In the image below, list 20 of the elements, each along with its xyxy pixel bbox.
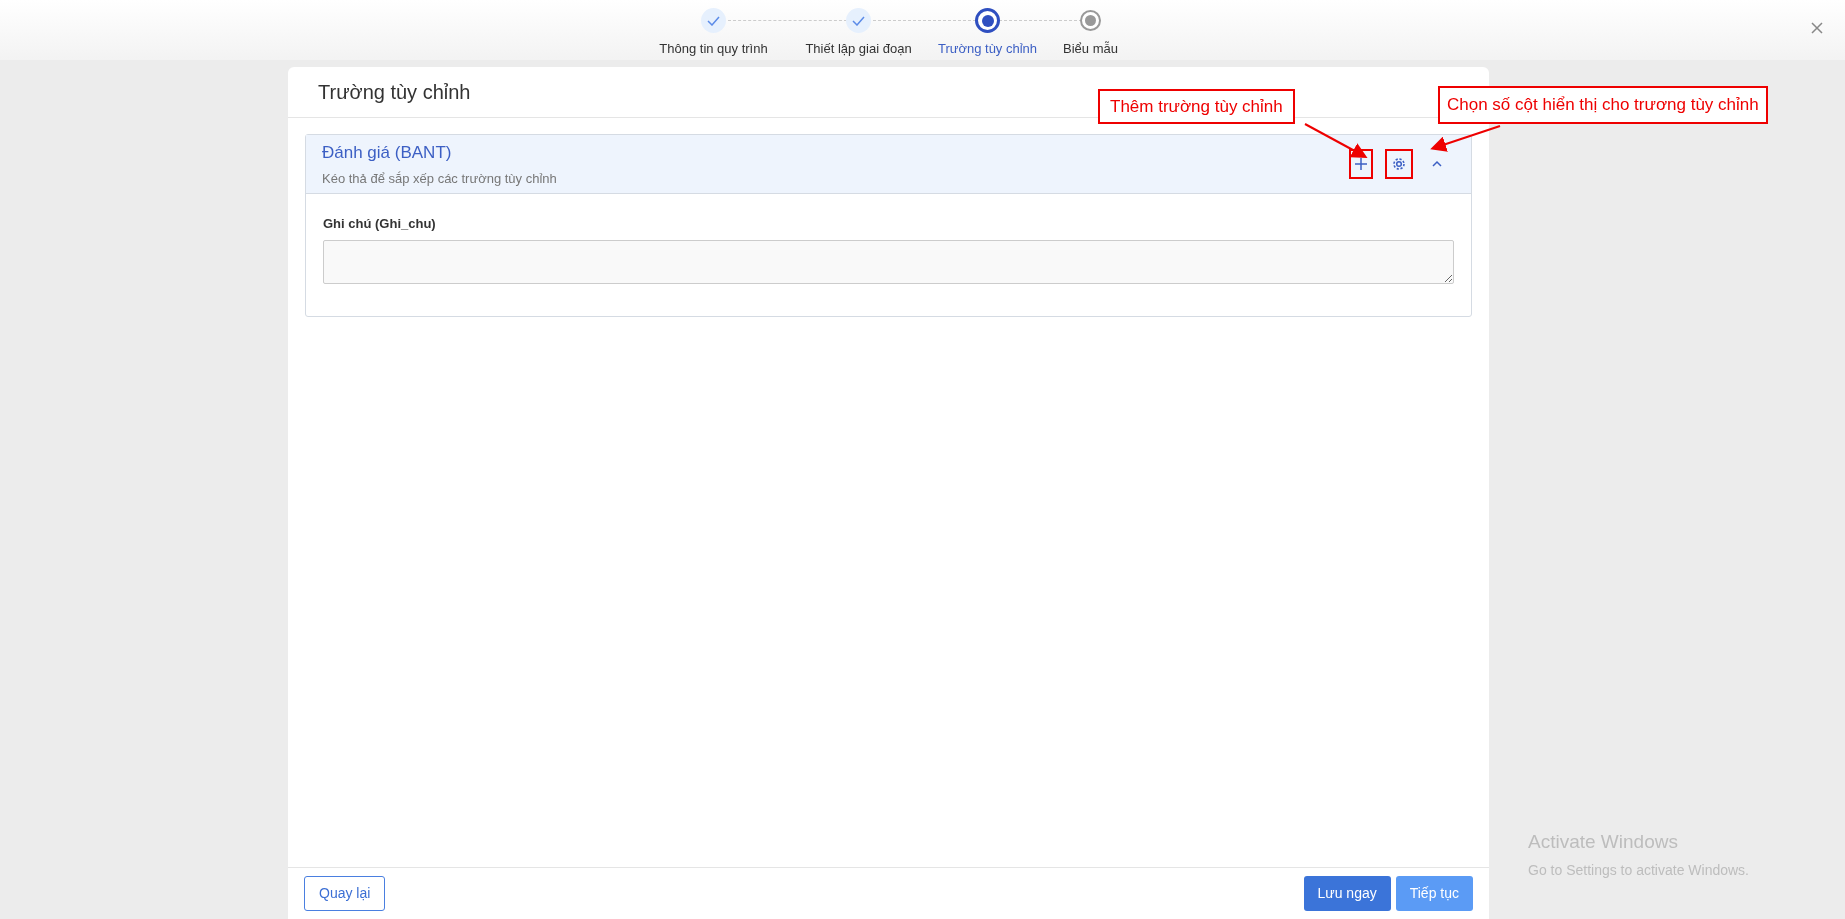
- section-subtitle: Kéo thả để sắp xếp các trường tùy chỉnh: [322, 170, 558, 188]
- settings-icon: [1391, 156, 1407, 172]
- back-button[interactable]: Quay lại: [304, 876, 386, 911]
- add-button[interactable]: [1349, 149, 1373, 179]
- plus-icon: [1354, 157, 1368, 171]
- field-label: Ghi chú (Ghi_chu): [323, 215, 437, 233]
- callout-arrow: [1430, 125, 1501, 152]
- section-title: Đánh giá (BANT): [322, 141, 453, 164]
- step-label[interactable]: Trường tùy chỉnh: [937, 39, 1038, 59]
- callout-label: Thêm trường tùy chỉnh: [1098, 89, 1295, 124]
- next-button[interactable]: Tiếp tục: [1395, 876, 1473, 911]
- notes-field[interactable]: [323, 239, 1454, 284]
- save-button[interactable]: Lưu ngay: [1303, 876, 1391, 911]
- step-label[interactable]: Thiết lập giai đoạn: [805, 39, 912, 59]
- step-label[interactable]: Biểu mẫu: [1063, 39, 1118, 59]
- callout-arrow: [1304, 123, 1368, 158]
- card-title: Trường tùy chỉnh: [318, 80, 471, 105]
- step-label[interactable]: Thông tin quy trình: [659, 39, 768, 59]
- callout-label: Chọn số cột hiển thị cho trương tùy chỉnh: [1438, 86, 1768, 124]
- settings-button[interactable]: [1385, 149, 1413, 179]
